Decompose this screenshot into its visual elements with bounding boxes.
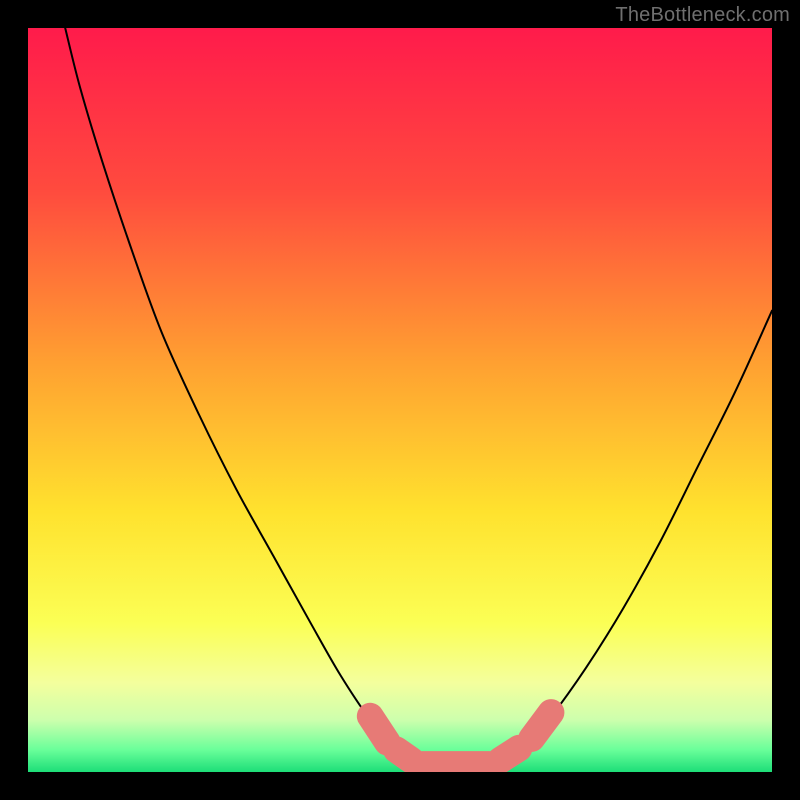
chart-frame: TheBottleneck.com: [0, 0, 800, 800]
highlight-capsule: [532, 712, 551, 738]
bottleneck-chart: [28, 28, 772, 772]
highlight-capsule: [370, 716, 387, 742]
plot-area: [28, 28, 772, 772]
gradient-background: [28, 28, 772, 772]
highlight-capsule: [500, 748, 519, 760]
highlight-capsule: [396, 750, 411, 760]
watermark-label: TheBottleneck.com: [615, 4, 790, 27]
